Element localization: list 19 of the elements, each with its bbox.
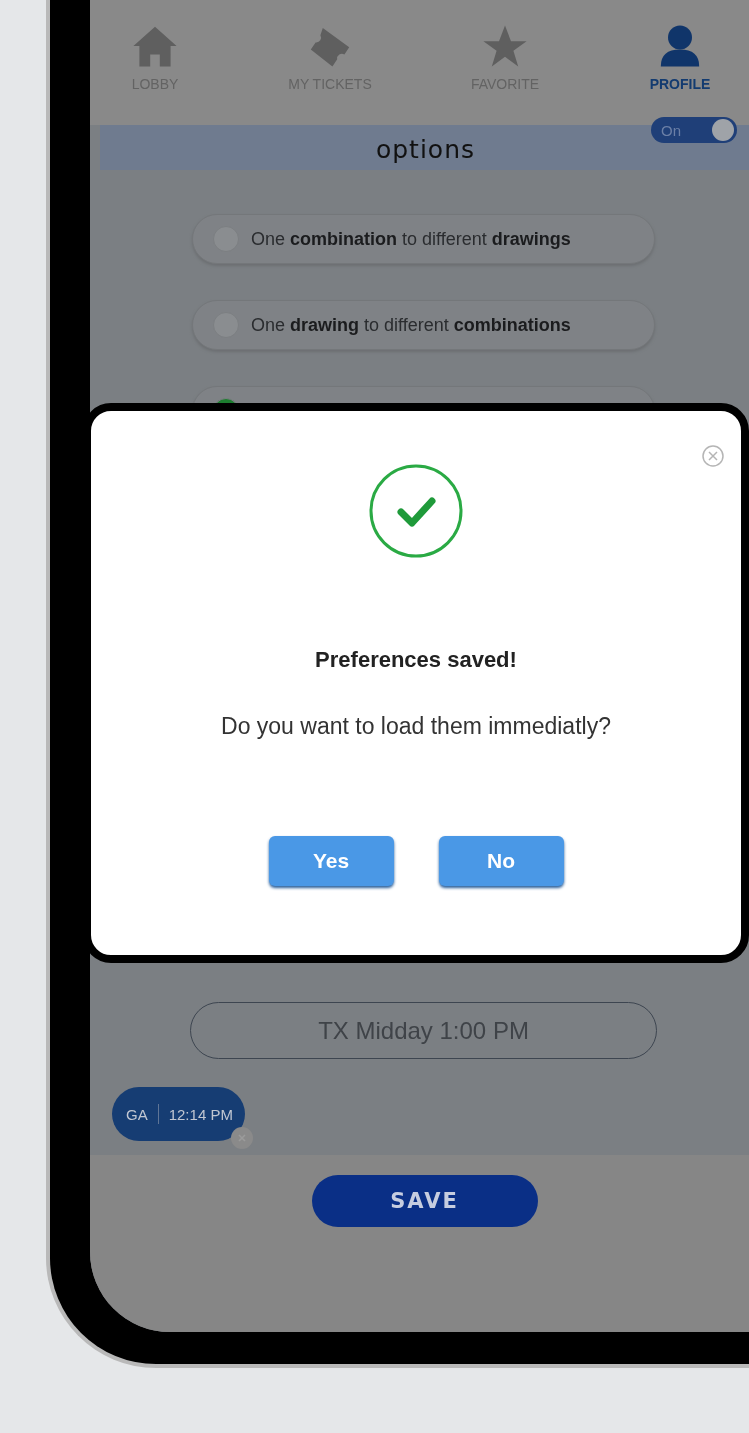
save-button[interactable]: SAVE: [311, 1175, 538, 1227]
option-label: One combination to different drawings: [251, 228, 571, 250]
dialog-button[interactable]: Yes: [268, 836, 394, 886]
toggle-switch[interactable]: On: [651, 117, 737, 143]
dialog-title: Preferences saved!: [315, 647, 517, 673]
dialog-message: Do you want to load them immediatly?: [221, 713, 611, 740]
nav-tab[interactable]: PROFILE: [615, 22, 745, 92]
section-title: options: [375, 135, 476, 166]
chip-state: GA: [126, 1105, 148, 1123]
option-label: One drawing to different combinations: [251, 314, 571, 336]
option-pill[interactable]: One drawing to different combinations: [192, 300, 655, 350]
draw-field[interactable]: TX Midday 1:00 PM: [190, 1002, 657, 1059]
close-icon[interactable]: [701, 444, 725, 468]
chip-time: 12:14 PM: [168, 1105, 233, 1123]
option-pill[interactable]: One combination to different drawings: [192, 214, 655, 264]
draw-chip[interactable]: GA 12:14 PM: [112, 1087, 245, 1141]
dialog-button[interactable]: No: [438, 836, 564, 886]
remove-icon[interactable]: [230, 1127, 253, 1149]
check-icon: [368, 463, 464, 559]
